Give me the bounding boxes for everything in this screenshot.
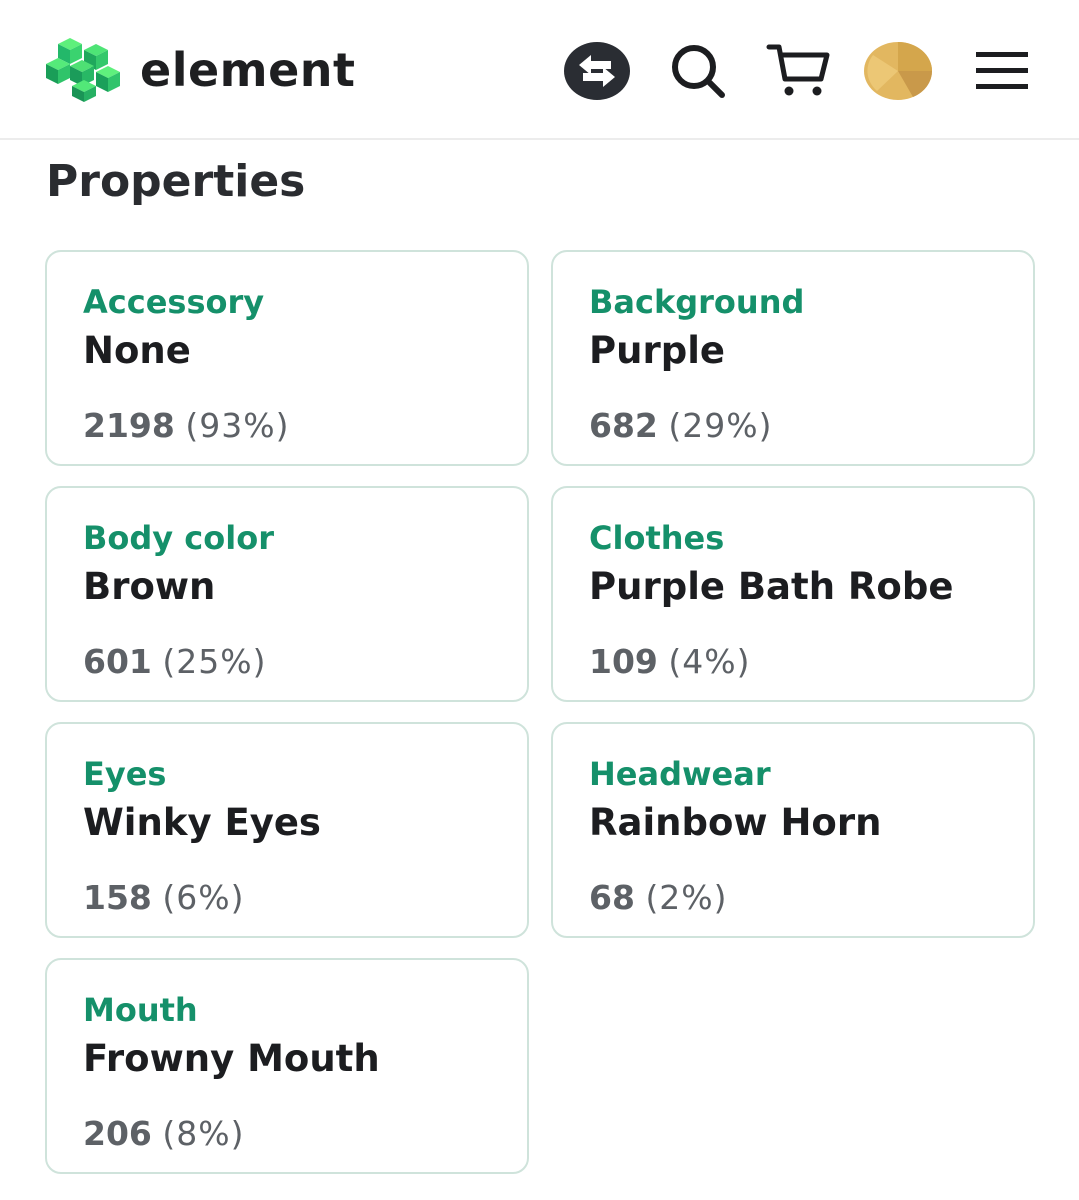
property-count: 68 (2%) [589, 876, 728, 920]
property-value: None [83, 329, 191, 372]
cart-icon[interactable] [762, 38, 834, 104]
property-value: Frowny Mouth [83, 1037, 380, 1080]
swap-arrows-icon[interactable] [561, 38, 633, 104]
property-card[interactable]: Clothes Purple Bath Robe 109 (4%) [551, 486, 1035, 702]
property-percent: (2%) [645, 878, 728, 917]
section-title: Properties [46, 156, 306, 207]
property-count: 2198 (93%) [83, 404, 289, 448]
property-count-number: 682 [589, 406, 658, 445]
property-type: Accessory [83, 283, 265, 321]
property-percent: (4%) [668, 642, 751, 681]
property-card[interactable]: Mouth Frowny Mouth 206 (8%) [45, 958, 529, 1174]
property-count-number: 601 [83, 642, 152, 681]
property-percent: (6%) [162, 878, 245, 917]
property-card[interactable]: Eyes Winky Eyes 158 (6%) [45, 722, 529, 938]
property-card[interactable]: Background Purple 682 (29%) [551, 250, 1035, 466]
property-count: 158 (6%) [83, 876, 245, 920]
property-percent: (29%) [668, 406, 773, 445]
property-type: Mouth [83, 991, 198, 1029]
property-count: 109 (4%) [589, 640, 751, 684]
search-icon[interactable] [662, 38, 734, 104]
property-percent: (8%) [162, 1114, 245, 1153]
property-value: Rainbow Horn [589, 801, 882, 844]
property-count-number: 206 [83, 1114, 152, 1153]
property-type: Clothes [589, 519, 725, 557]
top-header: element [0, 0, 1079, 140]
property-percent: (93%) [185, 406, 290, 445]
property-card[interactable]: Headwear Rainbow Horn 68 (2%) [551, 722, 1035, 938]
brand-name[interactable]: element [140, 40, 356, 100]
property-value: Purple [589, 329, 725, 372]
property-count-number: 158 [83, 878, 152, 917]
property-count-number: 109 [589, 642, 658, 681]
property-count: 682 (29%) [589, 404, 773, 448]
property-type: Headwear [589, 755, 771, 793]
property-value: Winky Eyes [83, 801, 321, 844]
property-card[interactable]: Accessory None 2198 (93%) [45, 250, 529, 466]
avatar[interactable] [862, 38, 934, 104]
property-count-number: 68 [589, 878, 635, 917]
element-logo[interactable] [44, 36, 122, 102]
menu-icon[interactable] [966, 38, 1038, 104]
properties-grid: Accessory None 2198 (93%) Background Pur… [45, 250, 1035, 1174]
property-count: 206 (8%) [83, 1112, 245, 1156]
property-count: 601 (25%) [83, 640, 267, 684]
property-count-number: 2198 [83, 406, 175, 445]
property-value: Purple Bath Robe [589, 565, 954, 608]
property-value: Brown [83, 565, 216, 608]
property-card[interactable]: Body color Brown 601 (25%) [45, 486, 529, 702]
property-percent: (25%) [162, 642, 267, 681]
property-type: Eyes [83, 755, 167, 793]
property-type: Body color [83, 519, 274, 557]
property-type: Background [589, 283, 805, 321]
